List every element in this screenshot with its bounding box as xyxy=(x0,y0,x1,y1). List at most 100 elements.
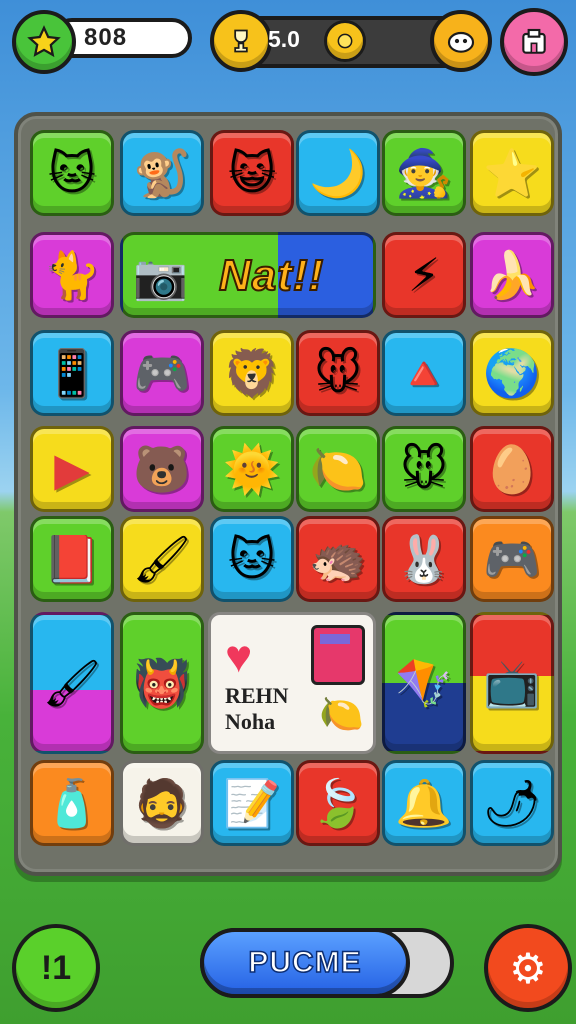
tile-bunny[interactable]: 🐰 xyxy=(382,516,466,602)
tile-globe[interactable]: 🌍 xyxy=(470,330,554,416)
memo-icon: 📝 xyxy=(223,777,281,829)
lion-icon: 🦁 xyxy=(223,347,281,399)
play-icon: ▶ xyxy=(54,443,90,495)
tile-hedgehog[interactable]: 🦔 xyxy=(296,516,380,602)
top-hud: 808 5.0 xyxy=(0,0,576,84)
play-button[interactable]: PUCME xyxy=(200,928,410,998)
egg-icon: 🥚 xyxy=(483,443,541,495)
tile-egg[interactable]: 🥚 xyxy=(470,426,554,512)
bunny-icon: 🐰 xyxy=(395,533,453,585)
tile-phone[interactable]: 📱 xyxy=(30,330,114,416)
cat-face-icon: 😺 xyxy=(228,147,276,199)
sun-icon: 🌞 xyxy=(223,443,281,495)
mascot-icon xyxy=(447,31,475,53)
tile-sun[interactable]: 🌞 xyxy=(210,426,294,512)
coin-value: 5.0 xyxy=(268,26,300,52)
card-text-line2: Noha xyxy=(225,709,276,734)
tile-wizard[interactable]: 🧙 xyxy=(382,130,466,216)
tile-controller[interactable]: 🎮 xyxy=(120,330,204,416)
shop-icon xyxy=(522,28,546,54)
tile-cat-face[interactable]: 😺 xyxy=(210,130,294,216)
hint-button[interactable]: !1 xyxy=(12,924,100,1012)
info-card[interactable]: ♥ REHN Noha 🍋 xyxy=(208,612,376,754)
tile-arrow[interactable]: 🔺 xyxy=(382,330,466,416)
gear-icon: ⚙ xyxy=(509,944,547,992)
tile-play[interactable]: ▶ xyxy=(30,426,114,512)
tile-mouse[interactable]: 🐭 xyxy=(296,330,380,416)
tile-tv[interactable]: 📺 xyxy=(470,612,554,754)
tv-icon: 📺 xyxy=(483,657,541,709)
play-button-label: PUCME xyxy=(248,945,362,980)
devil-icon: 👹 xyxy=(133,657,191,709)
combo-banner: 📷 Nat!! xyxy=(120,232,376,318)
score-value: 808 xyxy=(84,24,128,51)
trophy-icon xyxy=(234,29,248,53)
man-icon: 🧔 xyxy=(133,777,191,829)
camera-icon: 📷 xyxy=(133,253,188,302)
book-icon: 📕 xyxy=(43,533,101,585)
heart-icon: ♥ xyxy=(225,630,253,682)
coin-icon xyxy=(324,20,366,62)
game-board: 🐱 🐒 😺 🌙 🧙 ⭐ 🐈 📷 Nat!! ⚡ 🍌 📱 🎮 🦁 🐭 🔺 🌍 ▶ … xyxy=(14,112,562,876)
star-icon xyxy=(27,25,61,58)
shop-button[interactable] xyxy=(500,8,568,76)
tile-lightning[interactable]: ⚡ xyxy=(382,232,466,318)
kite-icon: 🪁 xyxy=(395,657,453,709)
kitten-icon: 🐱 xyxy=(228,533,276,585)
paintbrush-icon: 🖌 xyxy=(42,657,102,709)
phone-icon: 📱 xyxy=(43,347,101,399)
tile-kite[interactable]: 🪁 xyxy=(382,612,466,754)
tile-rat[interactable]: 🐭 xyxy=(382,426,466,512)
tile-white-cat[interactable]: 🐈 xyxy=(30,232,114,318)
tile-banana[interactable]: 🍌 xyxy=(470,232,554,318)
banana-icon: 🍌 xyxy=(483,249,541,301)
lemon-icon: 🍋 xyxy=(309,443,367,495)
tile-book[interactable]: 📕 xyxy=(30,516,114,602)
tile-devil[interactable]: 👹 xyxy=(120,612,204,754)
tile-moon[interactable]: 🌙 xyxy=(296,130,380,216)
tile-kitten[interactable]: 🐱 xyxy=(210,516,294,602)
moon-icon: 🌙 xyxy=(309,147,367,199)
hedgehog-icon: 🦔 xyxy=(309,533,367,585)
arrow-icon: 🔺 xyxy=(395,347,453,399)
star-tile-icon: ⭐ xyxy=(483,147,541,199)
lightning-icon: ⚡ xyxy=(407,249,441,301)
settings-button[interactable]: ⚙ xyxy=(484,924,572,1012)
controller-icon: 🎮 xyxy=(133,347,191,399)
leaf-icon: 🍃 xyxy=(309,777,367,829)
tile-brush[interactable]: 🖌 xyxy=(120,516,204,602)
bell-icon: 🔔 xyxy=(395,777,453,829)
tile-bear[interactable]: 🐻 xyxy=(120,426,204,512)
cat-icon: 🐱 xyxy=(48,147,96,199)
bear-icon: 🐻 xyxy=(133,443,191,495)
tile-star[interactable]: ⭐ xyxy=(470,130,554,216)
mouse-icon: 🐭 xyxy=(314,347,362,399)
bottle-icon: 🧴 xyxy=(43,777,101,829)
brush-icon: 🖌 xyxy=(132,533,192,585)
tile-bottle[interactable]: 🧴 xyxy=(30,760,114,846)
coin-button[interactable] xyxy=(210,10,272,72)
tile-lemon[interactable]: 🍋 xyxy=(296,426,380,512)
tile-cat[interactable]: 🐱 xyxy=(30,130,114,216)
banner-text: Nat!! xyxy=(218,250,325,301)
tile-paintbrush[interactable]: 🖌 xyxy=(30,612,114,754)
gamepad-icon: 🎮 xyxy=(483,533,541,585)
tile-man[interactable]: 🧔 xyxy=(120,760,204,846)
lemon-small-icon: 🍋 xyxy=(319,693,364,734)
tile-gamepad[interactable]: 🎮 xyxy=(470,516,554,602)
calculator-icon xyxy=(311,625,365,685)
tile-bell[interactable]: 🔔 xyxy=(382,760,466,846)
tile-pepper[interactable]: 🌶 xyxy=(470,760,554,846)
star-button[interactable] xyxy=(12,10,76,74)
wizard-icon: 🧙 xyxy=(395,147,453,199)
tile-monkey[interactable]: 🐒 xyxy=(120,130,204,216)
rat-icon: 🐭 xyxy=(400,443,448,495)
tile-memo[interactable]: 📝 xyxy=(210,760,294,846)
monkey-icon: 🐒 xyxy=(133,147,191,199)
mascot-button[interactable] xyxy=(430,10,492,72)
hint-label: !1 xyxy=(40,948,72,987)
tile-lion[interactable]: 🦁 xyxy=(210,330,294,416)
white-cat-icon: 🐈 xyxy=(43,249,101,301)
globe-icon: 🌍 xyxy=(483,347,541,399)
tile-leaf[interactable]: 🍃 xyxy=(296,760,380,846)
